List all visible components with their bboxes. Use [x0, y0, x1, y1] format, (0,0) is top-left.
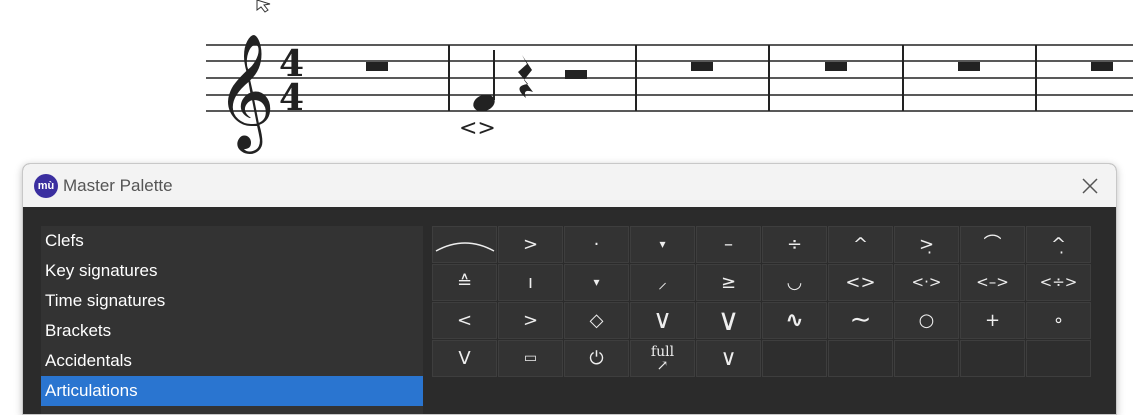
whole-rests	[366, 62, 1113, 79]
articulation-soft-accent-staccato[interactable]: <·>	[894, 264, 959, 301]
articulation-marcato[interactable]: ^	[828, 226, 893, 263]
articulation-tenuto[interactable]: –	[696, 226, 761, 263]
quarter-note[interactable]	[471, 50, 497, 114]
bend-arrow-icon: ↗	[656, 358, 669, 374]
articulation-bend-full[interactable]: full ↗	[630, 340, 695, 377]
category-list[interactable]: Clefs Key signatures Time signatures Bra…	[41, 226, 423, 414]
empty-cell	[762, 340, 827, 377]
articulation-up-bow-v[interactable]: ∨	[630, 302, 695, 339]
empty-cell	[894, 340, 959, 377]
articulation-crescendo[interactable]: <	[432, 302, 497, 339]
hairpin-articulation[interactable]: <>	[459, 116, 496, 141]
articulation-portato[interactable]: ÷	[762, 226, 827, 263]
articulation-staccatissimo[interactable]: ▾	[630, 226, 695, 263]
category-accidentals[interactable]: Accidentals	[41, 346, 423, 376]
articulation-stress[interactable]: ı	[498, 264, 563, 301]
articulation-turn-wave[interactable]: ∼	[828, 302, 893, 339]
articulation-v-stroke[interactable]: ∨	[696, 340, 761, 377]
articulation-snap-pizzicato[interactable]: ⏻	[564, 340, 629, 377]
category-time-signatures[interactable]: Time signatures	[41, 286, 423, 316]
time-signature-bottom: 4	[279, 77, 304, 119]
articulation-accent[interactable]: >	[498, 226, 563, 263]
close-button[interactable]	[1074, 170, 1106, 202]
articulation-wide-v[interactable]: ∨	[696, 302, 761, 339]
mouse-cursor-icon	[256, 0, 271, 13]
articulation-up-bow[interactable]: V	[432, 340, 497, 377]
empty-cell	[1026, 340, 1091, 377]
articulation-accent-tenuto[interactable]: ≥	[696, 264, 761, 301]
articulation-marcato-tenuto[interactable]: ≙	[432, 264, 497, 301]
window-title: Master Palette	[63, 176, 173, 195]
articulation-slur-icon[interactable]	[432, 226, 497, 263]
category-clefs[interactable]: Clefs	[41, 226, 423, 256]
score-view[interactable]: 𝄞 4 4 <>	[0, 0, 1133, 160]
treble-clef-icon: 𝄞	[216, 32, 275, 154]
articulation-marcato-staccato[interactable]: ^̣	[1026, 226, 1091, 263]
articulation-soft-accent-tenuto[interactable]: <–>	[960, 264, 1025, 301]
empty-cell	[960, 340, 1025, 377]
title-bar[interactable]: mù Master Palette	[23, 164, 1116, 207]
articulation-staccatissimo-wedge[interactable]: ▾	[564, 264, 629, 301]
articulation-open-diamond[interactable]: ◇	[564, 302, 629, 339]
articulation-open[interactable]: ○	[894, 302, 959, 339]
empty-cell	[828, 340, 893, 377]
musescore-logo-icon: mù	[34, 174, 58, 198]
articulation-grid[interactable]: > · ▾ – ÷ ^ >̣ ⌒ ^̣ ≙ ı ▾ ⸝ ≥ ◡ <> <·> <…	[432, 226, 1092, 377]
articulation-mordent-wave[interactable]: ∿	[762, 302, 827, 339]
articulation-soft-accent[interactable]: <>	[828, 264, 893, 301]
articulation-decrescendo[interactable]: >	[498, 302, 563, 339]
staff-lines	[206, 44, 1133, 112]
master-palette-window[interactable]: mù Master Palette Clefs Key signatures T…	[22, 163, 1117, 415]
category-key-signatures[interactable]: Key signatures	[41, 256, 423, 286]
bend-label: full	[650, 344, 675, 360]
articulation-staccato[interactable]: ·	[564, 226, 629, 263]
articulation-soft-accent-tenuto-staccato[interactable]: <÷>	[1026, 264, 1091, 301]
slur-arc-icon	[435, 242, 495, 252]
articulation-harmonic[interactable]: ∘	[1026, 302, 1091, 339]
articulation-fermata-short[interactable]: ⌒	[960, 226, 1025, 263]
articulation-stopped[interactable]: +	[960, 302, 1025, 339]
articulation-staccatissimo-stroke[interactable]: ⸝	[630, 264, 695, 301]
category-brackets[interactable]: Brackets	[41, 316, 423, 346]
articulation-unstress[interactable]: ◡	[762, 264, 827, 301]
articulation-down-bow[interactable]: ▭	[498, 340, 563, 377]
category-articulations[interactable]: Articulations	[41, 376, 423, 406]
articulation-accent-staccato[interactable]: >̣	[894, 226, 959, 263]
